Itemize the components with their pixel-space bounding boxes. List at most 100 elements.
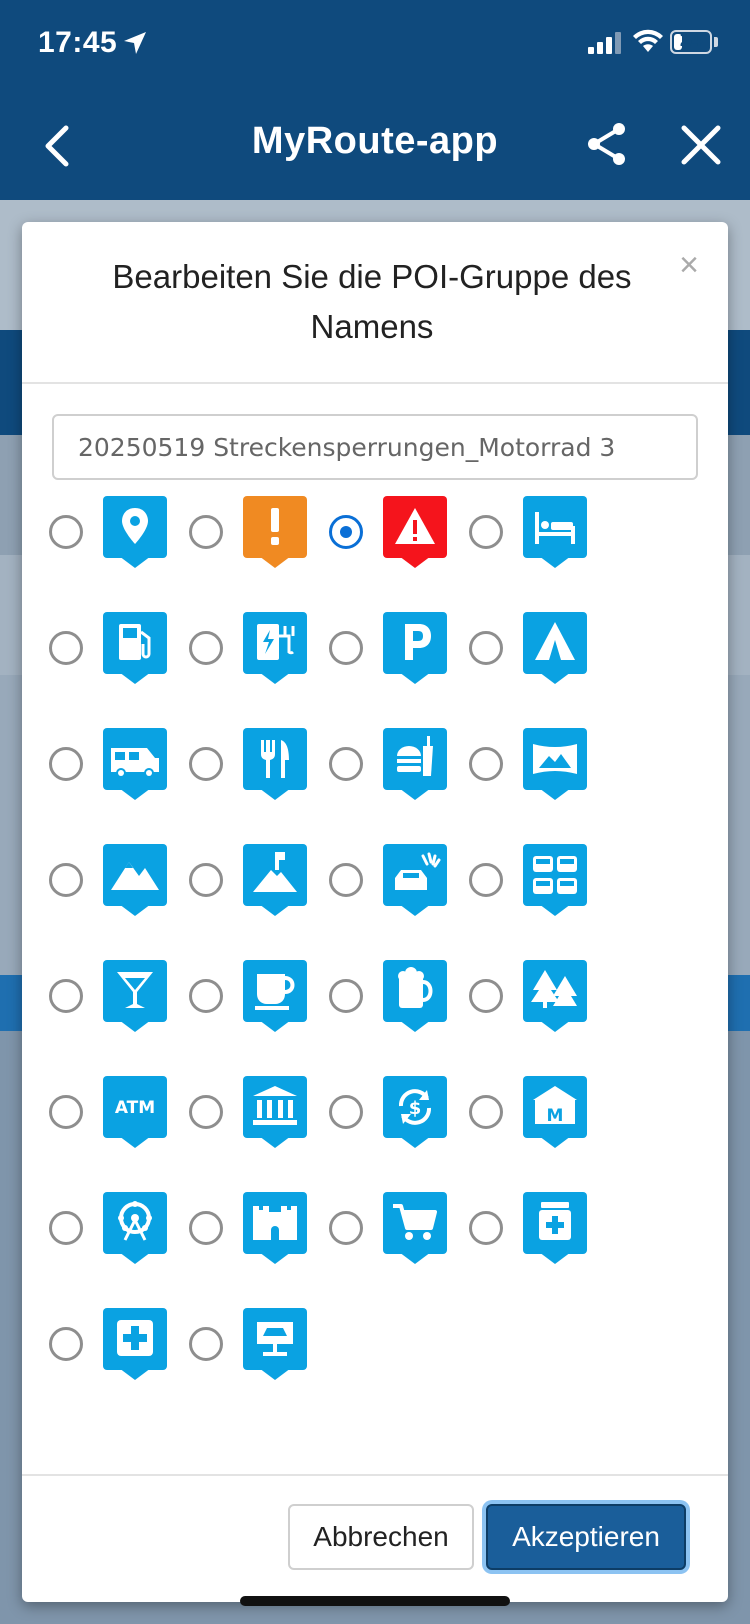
hotel-bed-icon[interactable] xyxy=(523,496,587,568)
poi-radio-parking[interactable] xyxy=(329,631,363,665)
warning-triangle-icon[interactable] xyxy=(383,496,447,568)
dialog-close-button[interactable]: × xyxy=(674,248,704,282)
poi-radio-ev-charger[interactable] xyxy=(189,631,223,665)
castle-icon-glyph xyxy=(253,1206,297,1240)
accept-button[interactable]: Akzeptieren xyxy=(486,1504,686,1570)
poi-option[interactable] xyxy=(49,714,189,814)
museum-icon[interactable]: M xyxy=(523,1076,587,1148)
poi-radio-mountain-pass[interactable] xyxy=(189,863,223,897)
close-icon[interactable] xyxy=(678,122,724,168)
poi-radio-car-service[interactable] xyxy=(189,1327,223,1361)
poi-radio-currency-exchange[interactable] xyxy=(329,1095,363,1129)
poi-radio-bank[interactable] xyxy=(189,1095,223,1129)
poi-option[interactable] xyxy=(329,482,469,582)
camper-van-icon[interactable] xyxy=(103,728,167,800)
poi-radio-exclamation[interactable] xyxy=(189,515,223,549)
poi-radio-camper-van[interactable] xyxy=(49,747,83,781)
poi-option[interactable]: ATM xyxy=(49,1062,189,1162)
poi-radio-museum[interactable] xyxy=(469,1095,503,1129)
poi-radio-map-marker[interactable] xyxy=(49,515,83,549)
poi-radio-ferris-wheel[interactable] xyxy=(49,1211,83,1245)
mountains-icon[interactable] xyxy=(103,844,167,916)
beer-mug-icon[interactable] xyxy=(383,960,447,1032)
poi-option[interactable] xyxy=(49,946,189,1046)
poi-option[interactable] xyxy=(189,1062,329,1162)
fuel-pump-icon[interactable] xyxy=(103,612,167,684)
currency-exchange-icon[interactable]: $ xyxy=(383,1076,447,1148)
poi-radio-car-park[interactable] xyxy=(469,863,503,897)
poi-option[interactable] xyxy=(189,714,329,814)
coffee-cup-icon[interactable] xyxy=(243,960,307,1032)
poi-radio-coffee-cup[interactable] xyxy=(189,979,223,1013)
poi-option[interactable]: M xyxy=(469,1062,609,1162)
panorama-view-icon[interactable] xyxy=(523,728,587,800)
poi-option[interactable] xyxy=(469,714,609,814)
poi-radio-warning-triangle[interactable] xyxy=(329,515,363,549)
forest-icon[interactable] xyxy=(523,960,587,1032)
poi-radio-hospital[interactable] xyxy=(49,1327,83,1361)
ferris-wheel-icon[interactable] xyxy=(103,1192,167,1264)
poi-option[interactable] xyxy=(329,946,469,1046)
car-wash-icon[interactable] xyxy=(383,844,447,916)
poi-radio-panorama-view[interactable] xyxy=(469,747,503,781)
poi-option[interactable] xyxy=(469,830,609,930)
parking-icon[interactable] xyxy=(383,612,447,684)
poi-radio-castle[interactable] xyxy=(189,1211,223,1245)
share-icon[interactable] xyxy=(584,120,630,168)
hospital-icon[interactable] xyxy=(103,1308,167,1380)
poi-option[interactable] xyxy=(49,1178,189,1278)
poi-option[interactable] xyxy=(49,598,189,698)
cancel-button[interactable]: Abbrechen xyxy=(288,1504,474,1570)
battery-icon: 24 xyxy=(670,29,712,54)
poi-option[interactable] xyxy=(49,1294,189,1394)
poi-radio-shopping-cart[interactable] xyxy=(329,1211,363,1245)
poi-radio-forest[interactable] xyxy=(469,979,503,1013)
poi-option[interactable]: $ xyxy=(329,1062,469,1162)
poi-option[interactable] xyxy=(189,598,329,698)
poi-option[interactable] xyxy=(189,482,329,582)
fast-food-icon[interactable] xyxy=(383,728,447,800)
poi-option[interactable] xyxy=(189,1178,329,1278)
poi-radio-car-wash[interactable] xyxy=(329,863,363,897)
castle-icon[interactable] xyxy=(243,1192,307,1264)
map-marker-icon[interactable] xyxy=(103,496,167,568)
poi-option[interactable] xyxy=(329,1178,469,1278)
poi-radio-mountains[interactable] xyxy=(49,863,83,897)
poi-option[interactable] xyxy=(329,714,469,814)
restaurant-icon[interactable] xyxy=(243,728,307,800)
poi-option[interactable] xyxy=(189,946,329,1046)
poi-group-name-input[interactable] xyxy=(52,414,698,480)
poi-radio-pharmacy[interactable] xyxy=(469,1211,503,1245)
poi-option[interactable] xyxy=(469,598,609,698)
poi-radio-atm[interactable] xyxy=(49,1095,83,1129)
poi-radio-cocktail-bar[interactable] xyxy=(49,979,83,1013)
poi-radio-beer-mug[interactable] xyxy=(329,979,363,1013)
car-service-icon[interactable] xyxy=(243,1308,307,1380)
poi-option[interactable] xyxy=(329,598,469,698)
poi-option[interactable] xyxy=(189,1294,329,1394)
poi-option[interactable] xyxy=(49,482,189,582)
poi-option[interactable] xyxy=(329,830,469,930)
poi-radio-fast-food[interactable] xyxy=(329,747,363,781)
camping-tent-icon[interactable] xyxy=(523,612,587,684)
poi-option[interactable] xyxy=(469,946,609,1046)
poi-radio-fuel-pump[interactable] xyxy=(49,631,83,665)
poi-option[interactable] xyxy=(469,1178,609,1278)
atm-icon[interactable]: ATM xyxy=(103,1076,167,1148)
poi-radio-camping-tent[interactable] xyxy=(469,631,503,665)
cocktail-bar-icon[interactable] xyxy=(103,960,167,1032)
poi-radio-restaurant[interactable] xyxy=(189,747,223,781)
poi-option[interactable] xyxy=(189,830,329,930)
shopping-cart-icon[interactable] xyxy=(383,1192,447,1264)
fuel-pump-icon-glyph xyxy=(119,624,151,660)
car-park-icon[interactable] xyxy=(523,844,587,916)
ferris-wheel-icon-glyph xyxy=(118,1201,152,1241)
bank-icon[interactable] xyxy=(243,1076,307,1148)
poi-option[interactable] xyxy=(469,482,609,582)
pharmacy-icon[interactable] xyxy=(523,1192,587,1264)
mountain-pass-icon[interactable] xyxy=(243,844,307,916)
exclamation-icon[interactable] xyxy=(243,496,307,568)
ev-charger-icon[interactable] xyxy=(243,612,307,684)
poi-option[interactable] xyxy=(49,830,189,930)
poi-radio-hotel-bed[interactable] xyxy=(469,515,503,549)
